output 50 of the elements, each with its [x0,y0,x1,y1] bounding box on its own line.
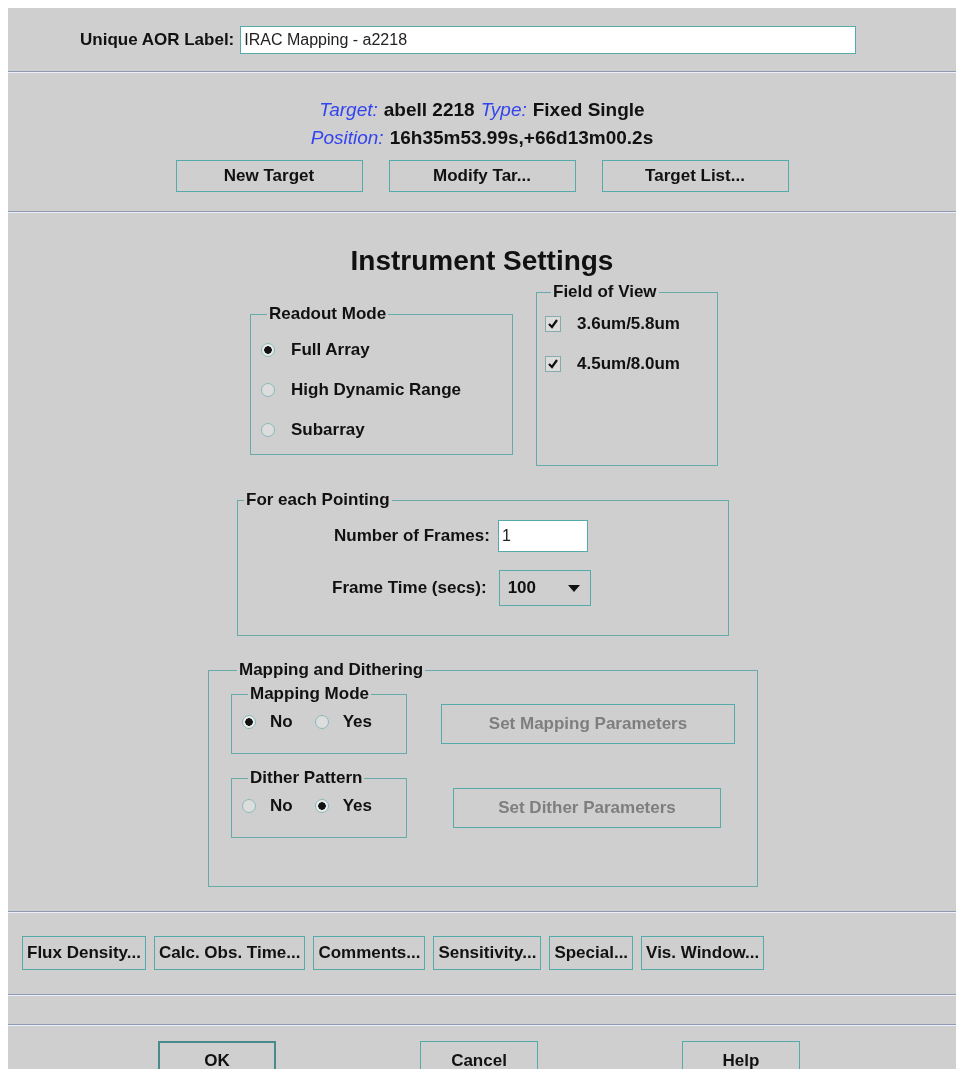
option-label: No [270,712,293,732]
group-title: Mapping Mode [249,684,370,704]
position-value: 16h35m53.99s,+66d13m00.2s [389,126,654,150]
target-label: Target: [319,98,378,122]
target-button[interactable]: Modify Tar... [388,160,576,192]
dialog-button[interactable]: Cancel [420,1041,538,1069]
option-label: Subarray [291,420,365,440]
option-label: Full Array [291,340,370,360]
option-label: Yes [342,796,372,816]
checkbox[interactable] [545,316,561,332]
group-title: Dither Pattern [249,768,364,788]
radio-button[interactable] [314,715,329,729]
section-title: Instrument Settings [350,244,614,278]
target-button[interactable]: New Target [175,160,363,192]
group-title: Mapping and Dithering [238,660,425,680]
tool-button[interactable]: Sensitivity... [433,936,542,970]
tool-button[interactable]: Comments... [313,936,426,970]
tool-button[interactable]: Flux Density... [22,936,146,970]
radio-button[interactable] [314,799,329,813]
caret-icon [567,584,580,592]
type-value: Fixed Single [532,98,645,122]
option-label: 3.6um/5.8um [577,314,680,334]
aor-label-field[interactable]: IRAC Mapping - a2218 [240,25,857,54]
dialog-button[interactable]: Help [682,1041,800,1069]
aor-label: Unique AOR Label: [80,29,235,50]
group-title: Readout Mode [268,304,388,324]
target-button[interactable]: Target List... [601,160,789,192]
target-value: abell 2218 [383,98,475,122]
checkbox[interactable] [545,356,561,372]
radio-button[interactable] [261,383,275,397]
radio-button[interactable] [261,343,275,357]
option-label: No [270,796,293,816]
radio-button[interactable] [242,799,256,813]
frame-time-dropdown[interactable]: 100 [498,570,591,606]
option-label: Yes [342,712,372,732]
radio-button[interactable] [261,423,275,437]
dialog-button[interactable]: OK [158,1041,276,1069]
frames-field[interactable]: 1 [497,520,588,552]
frames-label: Number of Frames: [334,526,490,546]
frame-time-label: Frame Time (secs): [332,578,487,598]
position-label: Position: [310,126,384,150]
tool-button[interactable]: Special... [549,936,634,970]
option-label: 4.5um/8.0um [577,354,680,374]
group-title: Field of View [552,282,658,302]
type-label: Type: [480,98,527,122]
tool-button[interactable]: Vis. Window... [641,936,765,970]
radio-button[interactable] [242,715,256,729]
group-title: For each Pointing [245,490,391,510]
tool-button[interactable]: Calc. Obs. Time... [154,936,306,970]
option-label: High Dynamic Range [291,380,462,400]
